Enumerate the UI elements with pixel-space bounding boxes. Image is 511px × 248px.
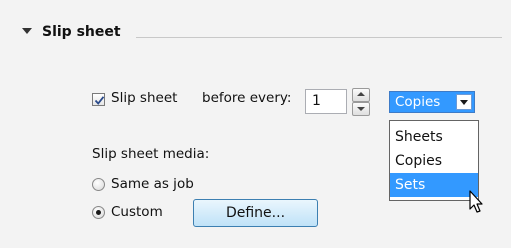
mouse-pointer-icon — [469, 190, 483, 213]
spin-down-button[interactable] — [352, 102, 370, 116]
radio-same-as-job[interactable] — [92, 178, 105, 191]
spin-up-icon — [357, 92, 365, 96]
radio-custom-label[interactable]: Custom — [111, 204, 163, 220]
count-input[interactable]: 1 — [305, 89, 347, 114]
dropdown-option-sheets[interactable]: Sheets — [390, 125, 478, 149]
define-button[interactable]: Define... — [193, 199, 318, 227]
spin-down-icon — [357, 107, 365, 111]
collapse-triangle-icon[interactable] — [22, 28, 32, 34]
slip-sheet-checkbox[interactable] — [92, 93, 105, 106]
chevron-down-icon — [460, 100, 468, 105]
checkmark-icon — [94, 96, 105, 105]
unit-dropdown-list: Sheets Copies Sets — [389, 120, 479, 201]
dropdown-option-copies[interactable]: Copies — [390, 149, 478, 173]
slip-sheet-checkbox-label[interactable]: Slip sheet — [111, 90, 177, 106]
unit-select[interactable]: Copies — [389, 91, 475, 113]
section-divider — [136, 37, 502, 38]
radio-selected-dot — [96, 210, 101, 215]
radio-same-as-job-label[interactable]: Same as job — [111, 176, 194, 192]
unit-select-value: Copies — [395, 94, 441, 110]
slip-sheet-media-label: Slip sheet media: — [92, 146, 210, 162]
before-every-label: before every: — [202, 90, 292, 106]
dropdown-option-sets[interactable]: Sets — [390, 173, 478, 197]
spin-up-button[interactable] — [352, 88, 370, 102]
slip-sheet-section-header[interactable]: Slip sheet — [12, 24, 502, 44]
count-spinner — [352, 88, 370, 116]
section-title: Slip sheet — [42, 24, 121, 40]
dropdown-arrow-button[interactable] — [456, 94, 472, 110]
radio-custom[interactable] — [92, 206, 105, 219]
